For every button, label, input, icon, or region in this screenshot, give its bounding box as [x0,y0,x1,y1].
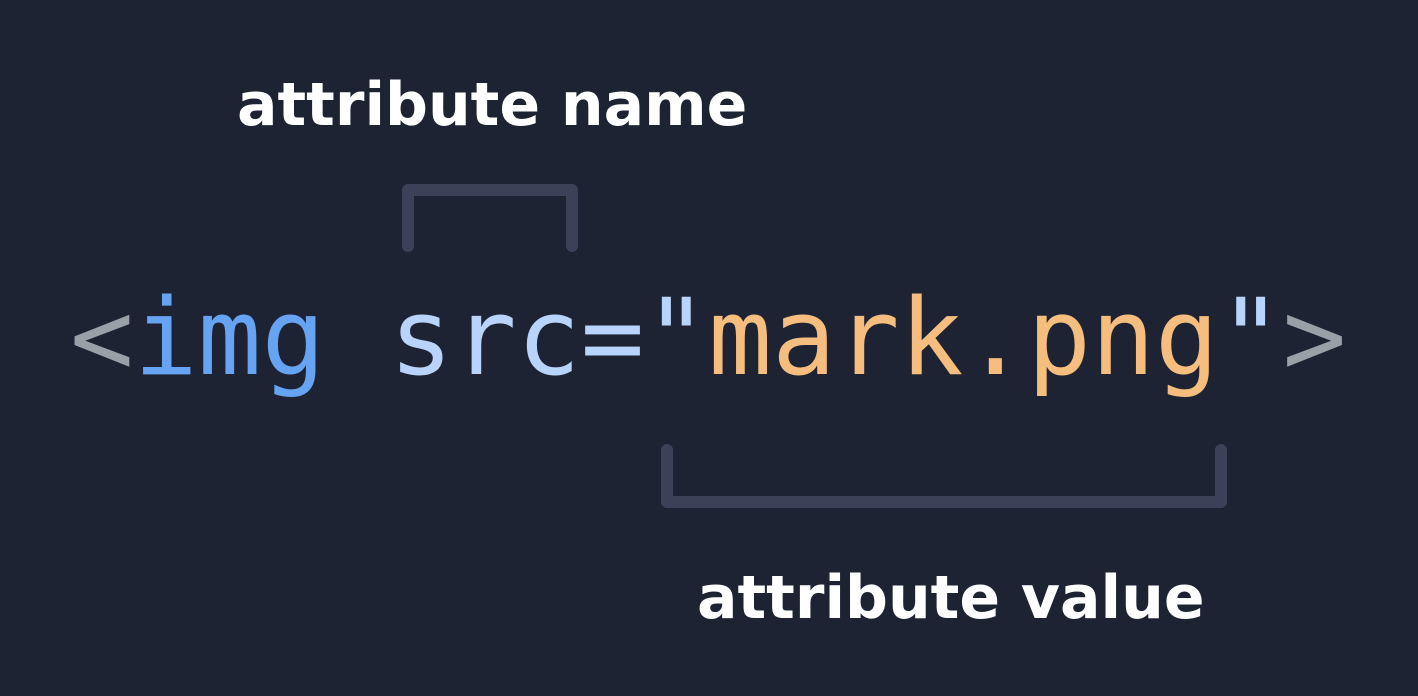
attribute-value-bracket [661,444,1227,508]
closing-quote-token: " [1218,276,1283,399]
attribute-name-token: src [389,276,581,399]
attribute-name-label: attribute name [237,70,748,140]
equals-quote-token: =" [580,276,709,399]
html-code-snippet: <img src="mark.png"> [70,285,1346,391]
attribute-value-label: attribute value [697,563,1205,633]
close-angle-bracket: > [1282,276,1347,399]
open-angle-bracket: < [70,276,134,399]
attribute-name-bracket [402,184,578,252]
diagram-canvas: attribute name <img src="mark.png"> attr… [0,0,1418,696]
tag-name: img [133,276,326,399]
attribute-value-token: mark.png [708,276,1219,399]
